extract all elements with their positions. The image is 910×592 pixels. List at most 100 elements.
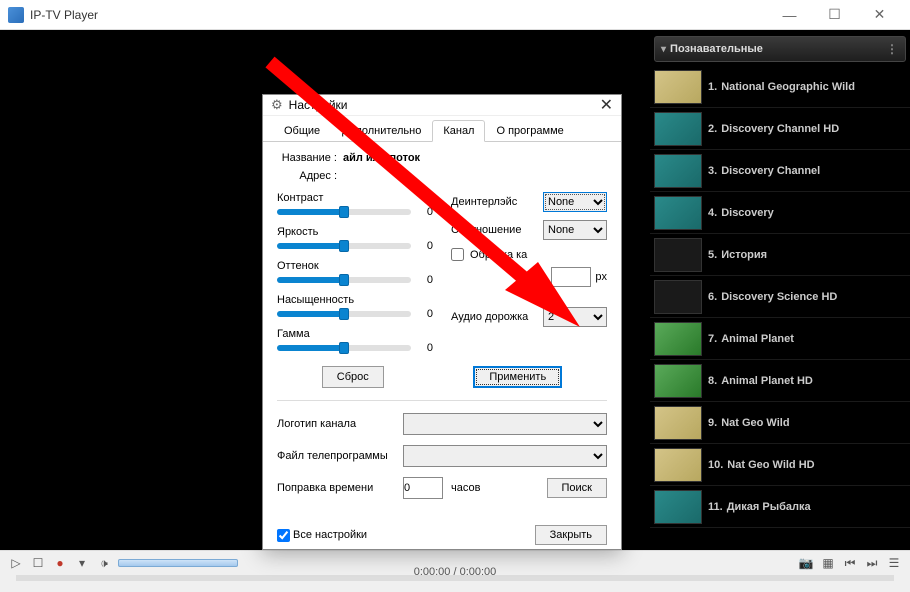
tab-general[interactable]: Общие: [273, 120, 331, 142]
dropdown-button[interactable]: ▾: [74, 555, 90, 571]
saturation-slider[interactable]: [277, 311, 411, 317]
time-offset-label: Поправка времени: [277, 482, 395, 494]
stop-button[interactable]: ☐: [30, 555, 46, 571]
channel-thumbnail: [654, 322, 702, 356]
time-offset-spinner[interactable]: [403, 477, 443, 499]
gamma-slider[interactable]: [277, 345, 411, 351]
maximize-button[interactable]: ☐: [812, 0, 857, 30]
px-suffix: px: [595, 271, 607, 283]
apply-button[interactable]: Применить: [473, 366, 562, 388]
playlist-item[interactable]: 3.Discovery Channel: [650, 150, 910, 192]
tvguide-file-select[interactable]: [403, 445, 607, 467]
volume-slider[interactable]: [118, 559, 238, 567]
playlist-item[interactable]: 6. Discovery Science HD: [650, 276, 910, 318]
close-button[interactable]: ✕: [857, 0, 902, 30]
playlist-item[interactable]: 11.Дикая Рыбалка: [650, 486, 910, 528]
dialog-title: Настройки: [289, 98, 348, 112]
channel-name: Nat Geo Wild: [721, 417, 789, 429]
channel-logo-label: Логотип канала: [277, 418, 395, 430]
all-settings-checkbox-label[interactable]: Все настройки: [277, 529, 367, 542]
hue-value: 0: [415, 274, 433, 286]
playlist-category-header[interactable]: ▾ Познавательные ⋮: [654, 36, 906, 62]
crop-px-input[interactable]: [551, 267, 591, 287]
gamma-value: 0: [415, 342, 433, 354]
next-button[interactable]: ⏭: [864, 555, 880, 571]
playlist-toggle-button[interactable]: ☰: [886, 555, 902, 571]
tvguide-file-label: Файл телепрограммы: [277, 450, 395, 462]
dialog-close-footer-button[interactable]: Закрыть: [535, 525, 607, 545]
channel-thumbnail: [654, 70, 702, 104]
dialog-body: Название : айл или поток Адрес : Контрас…: [263, 142, 621, 519]
chevron-down-icon: ▾: [661, 44, 666, 55]
channel-thumbnail: [654, 448, 702, 482]
crop-label: Обрезка ка: [470, 249, 527, 261]
tab-about[interactable]: О программе: [485, 120, 574, 142]
window-title: IP-TV Player: [30, 8, 98, 22]
tab-extra[interactable]: Дополнительно: [331, 120, 432, 142]
channel-name: Animal Planet HD: [721, 375, 813, 387]
channel-name: Discovery Science HD: [721, 291, 837, 303]
volume-icon[interactable]: 🕩: [96, 555, 112, 571]
dialog-close-button[interactable]: ✕: [600, 95, 613, 115]
brightness-label: Яркость: [277, 226, 433, 238]
channel-logo-select[interactable]: [403, 413, 607, 435]
time-display: 0:00:00 / 0:00:00: [414, 566, 497, 578]
playlist-item[interactable]: 8. Animal Planet HD: [650, 360, 910, 402]
channel-thumbnail: [654, 112, 702, 146]
channel-name: Discovery Channel HD: [721, 123, 839, 135]
main-content: ▾ Познавательные ⋮ 1. National Geographic…: [0, 30, 910, 550]
audio-track-select[interactable]: 2: [543, 307, 607, 327]
channel-number: 1.: [708, 81, 717, 93]
player-controls: ▷ ☐ ● ▾ 🕩 📷 ▦ ⏮ ⏭ ☰ 0:00:00 / 0:00:00: [0, 550, 910, 592]
contrast-label: Контраст: [277, 192, 433, 204]
channel-name: National Geographic Wild: [721, 81, 855, 93]
menu-dots-icon[interactable]: ⋮: [886, 42, 899, 56]
channel-name: Discovery: [721, 207, 774, 219]
all-settings-checkbox[interactable]: [277, 529, 290, 542]
playlist-item[interactable]: 5.История: [650, 234, 910, 276]
channel-number: 8.: [708, 375, 717, 387]
search-button[interactable]: Поиск: [547, 478, 607, 498]
snapshot-button[interactable]: 📷: [798, 555, 814, 571]
playlist-item[interactable]: 4. Discovery: [650, 192, 910, 234]
crop-checkbox[interactable]: [451, 248, 464, 261]
playlist-item[interactable]: 7.Animal Planet: [650, 318, 910, 360]
playlist-item[interactable]: 1. National Geographic Wild: [650, 66, 910, 108]
contrast-slider[interactable]: [277, 209, 411, 215]
reset-button[interactable]: Сброс: [322, 366, 384, 388]
channel-name: Nat Geo Wild HD: [727, 459, 814, 471]
address-label: Адрес :: [277, 170, 337, 182]
channel-number: 5.: [708, 249, 717, 261]
settings-dialog: ⚙ Настройки ✕ Общие Дополнительно Канал …: [262, 94, 622, 550]
options-column: Деинтерлэйс None Соотношение None Обрезк…: [451, 192, 607, 362]
channel-number: 6.: [708, 291, 717, 303]
channel-number: 2.: [708, 123, 717, 135]
tab-channel[interactable]: Канал: [432, 120, 485, 142]
channel-thumbnail: [654, 406, 702, 440]
play-button[interactable]: ▷: [8, 555, 24, 571]
aspect-label: Соотношение: [451, 224, 539, 236]
brightness-value: 0: [415, 240, 433, 252]
deinterlace-select[interactable]: None: [543, 192, 607, 212]
channel-number: 4.: [708, 207, 717, 219]
tvguide-button[interactable]: ▦: [820, 555, 836, 571]
channel-number: 10.: [708, 459, 723, 471]
prev-button[interactable]: ⏮: [842, 555, 858, 571]
hue-slider[interactable]: [277, 277, 411, 283]
playlist-item[interactable]: 2. Discovery Channel HD: [650, 108, 910, 150]
playlist-panel: ▾ Познавательные ⋮ 1. National Geographic…: [650, 30, 910, 550]
channel-name: Discovery Channel: [721, 165, 820, 177]
playlist-item[interactable]: 9.Nat Geo Wild: [650, 402, 910, 444]
saturation-value: 0: [415, 308, 433, 320]
dialog-footer: Все настройки Закрыть: [263, 519, 621, 555]
dialog-header[interactable]: ⚙ Настройки ✕: [263, 95, 621, 116]
brightness-slider[interactable]: [277, 243, 411, 249]
minimize-button[interactable]: —: [767, 0, 812, 30]
aspect-select[interactable]: None: [543, 220, 607, 240]
sliders-column: Контраст 0 Яркость 0 Оттенок 0 Насыщенно…: [277, 192, 433, 362]
record-button[interactable]: ●: [52, 555, 68, 571]
playlist-list[interactable]: 1. National Geographic Wild 2. Discovery Ch…: [650, 66, 910, 550]
playlist-item[interactable]: 10. Nat Geo Wild HD: [650, 444, 910, 486]
channel-thumbnail: [654, 154, 702, 188]
hue-label: Оттенок: [277, 260, 433, 272]
